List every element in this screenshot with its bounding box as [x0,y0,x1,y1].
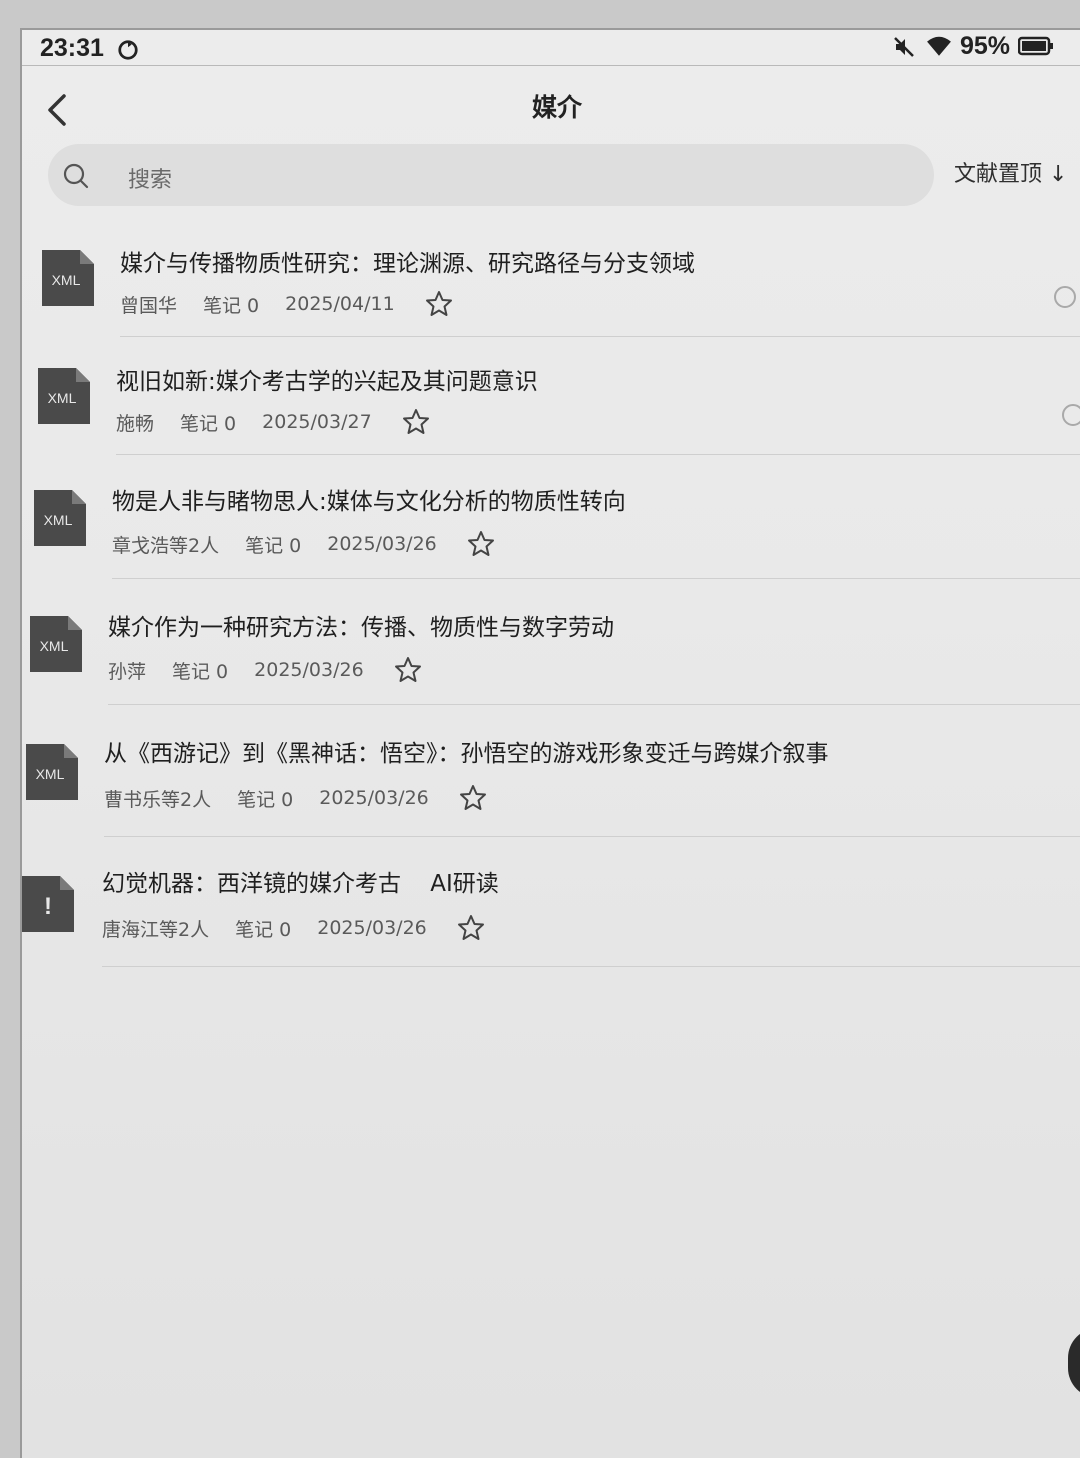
xml-file-icon: XML [42,250,94,306]
document-date: 2025/03/26 [327,533,437,555]
document-list: XML 媒介与传播物质性研究：理论渊源、研究路径与分支领域 曾国华 笔记 0 2… [22,228,1080,978]
search-icon [63,163,89,189]
xml-file-icon: XML [30,616,82,672]
svg-text:XML: XML [44,512,73,528]
document-notes-count: 笔记 0 [235,918,292,941]
svg-text:!: ! [44,893,52,920]
xml-file-icon: XML [26,744,78,800]
list-item[interactable]: XML 物是人非与睹物思人:媒体与文化分析的物质性转向 章戈浩等2人 笔记 0 … [22,468,1080,592]
star-icon[interactable] [394,656,422,684]
divider [120,336,1080,337]
document-author: 曾国华 [120,294,178,317]
star-icon[interactable] [425,290,453,318]
warning-file-icon: ! [22,876,74,932]
svg-text:XML: XML [52,272,81,288]
document-author: 孙萍 [108,660,147,683]
sync-icon [118,40,138,60]
document-meta: 章戈浩等2人 笔记 0 2025/03/26 [112,530,495,558]
wifi-icon [927,36,951,56]
document-author: 曹书乐等2人 [104,788,212,811]
document-author: 章戈浩等2人 [112,534,220,557]
search-input[interactable]: 搜索 [48,144,934,206]
star-icon[interactable] [467,530,495,558]
document-date: 2025/04/11 [285,293,395,315]
document-title: 媒介作为一种研究方法：传播、物质性与数字劳动 [108,615,614,641]
document-notes-count: 笔记 0 [172,660,229,683]
document-notes-count: 笔记 0 [237,788,294,811]
svg-text:XML: XML [40,638,69,654]
document-meta: 曾国华 笔记 0 2025/04/11 [120,290,453,318]
star-icon[interactable] [402,408,430,436]
document-notes-count: 笔记 0 [180,412,237,435]
document-date: 2025/03/27 [262,411,372,433]
document-notes-count: 笔记 0 [245,534,302,557]
document-title: 从《西游记》到《黑神话：悟空》：孙悟空的游戏形象变迁与跨媒介叙事 [104,741,829,767]
xml-file-icon: XML [38,368,90,424]
document-author: 唐海江等2人 [102,918,210,941]
document-meta: 唐海江等2人 笔记 0 2025/03/26 [102,914,485,942]
svg-text:XML: XML [36,766,65,782]
battery-percent: 95% [960,32,1011,60]
status-bar: 23:31 95% [22,30,1080,66]
divider [112,578,1080,579]
document-notes-count: 笔记 0 [203,294,260,317]
list-item[interactable]: XML 媒介与传播物质性研究：理论渊源、研究路径与分支领域 曾国华 笔记 0 2… [22,228,1080,348]
status-time: 23:31 [40,34,104,62]
side-drawer-handle[interactable] [1068,1328,1080,1398]
star-icon[interactable] [459,784,487,812]
divider [116,454,1080,455]
battery-icon [1018,36,1053,56]
document-meta: 曹书乐等2人 笔记 0 2025/03/26 [104,784,487,812]
document-title: 物是人非与睹物思人:媒体与文化分析的物质性转向 [112,489,626,515]
document-date: 2025/03/26 [317,917,427,939]
document-title: 媒介与传播物质性研究：理论渊源、研究路径与分支领域 [120,251,695,277]
list-item[interactable]: XML 从《西游记》到《黑神话：悟空》：孙悟空的游戏形象变迁与跨媒介叙事 曹书乐… [22,718,1080,848]
document-author: 施畅 [116,412,155,435]
list-item[interactable]: XML 媒介作为一种研究方法：传播、物质性与数字劳动 孙萍 笔记 0 2025/… [22,592,1080,718]
list-item[interactable]: XML 视旧如新:媒介考古学的兴起及其问题意识 施畅 笔记 0 2025/03/… [22,348,1080,468]
svg-text:XML: XML [48,390,77,406]
list-item[interactable]: ! 幻觉机器：西洋镜的媒介考古 AI研读 唐海江等2人 笔记 0 2025/03… [22,848,1080,978]
divider [108,704,1080,705]
xml-file-icon: XML [34,490,86,546]
star-icon[interactable] [457,914,485,942]
document-title: 视旧如新:媒介考古学的兴起及其问题意识 [116,369,538,395]
mute-icon [894,37,914,57]
select-radio[interactable] [1054,286,1076,308]
sort-pinned-button[interactable]: 文献置顶 ↓ [954,156,1067,188]
document-date: 2025/03/26 [254,659,364,681]
document-meta: 施畅 笔记 0 2025/03/27 [116,408,430,436]
document-meta: 孙萍 笔记 0 2025/03/26 [108,656,422,684]
device-screen: 23:31 95% 媒介 搜索 文献置顶 ↓ XML 媒介与传播物质性研究：理论… [20,28,1080,1458]
select-radio[interactable] [1062,404,1080,426]
document-date: 2025/03/26 [319,787,429,809]
divider [102,966,1080,967]
divider [104,836,1080,837]
page-title: 媒介 [531,93,582,122]
document-title: 幻觉机器：西洋镜的媒介考古 AI研读 [102,871,499,897]
search-placeholder: 搜索 [128,168,173,193]
